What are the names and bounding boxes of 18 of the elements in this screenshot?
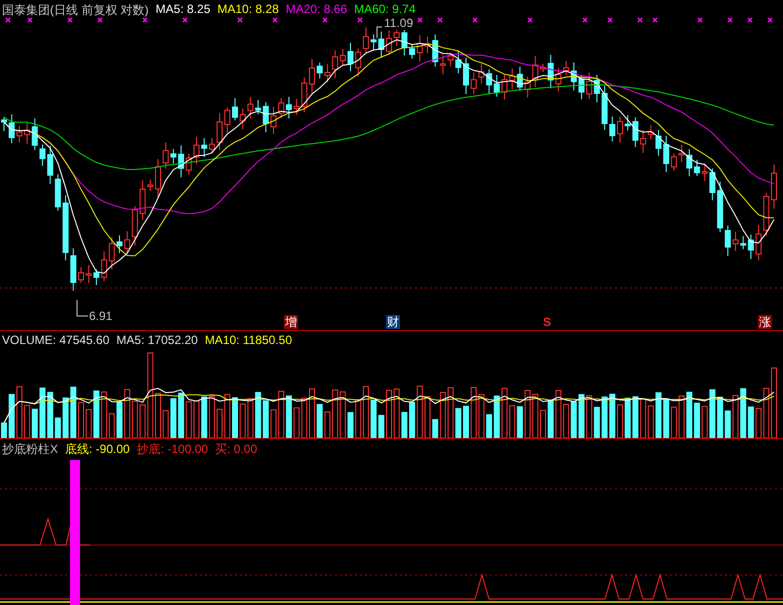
indicator-value: MA60: 9.74	[354, 2, 416, 18]
indicator-value: 抄底: -100.00	[136, 441, 208, 458]
price-label: 6.91	[89, 309, 112, 323]
indicator-value: 抄底粉柱X	[2, 441, 58, 458]
indicator-value: MA10: 11850.50	[204, 333, 292, 347]
indicator-value: VOLUME: 47545.60	[2, 333, 110, 347]
indicator-value: MA5: 17052.20	[116, 333, 198, 347]
event-marker[interactable]: 涨	[758, 315, 772, 329]
indicator-value: MA5: 8.25	[156, 2, 210, 18]
event-marker[interactable]: 增	[284, 315, 298, 329]
indicator-value: MA10: 8.28	[217, 2, 279, 18]
event-marker[interactable]: 财	[386, 315, 400, 329]
indicator-value: 底线: -90.00	[65, 441, 130, 458]
price-label: 11.09	[384, 17, 414, 30]
indicator-value: 买: 0.00	[215, 441, 258, 458]
event-marker[interactable]: S	[542, 315, 552, 329]
indicator-value: MA20: 8.66	[286, 2, 348, 18]
chart-title: 国泰集团(日线 前复权 对数)	[2, 2, 149, 19]
